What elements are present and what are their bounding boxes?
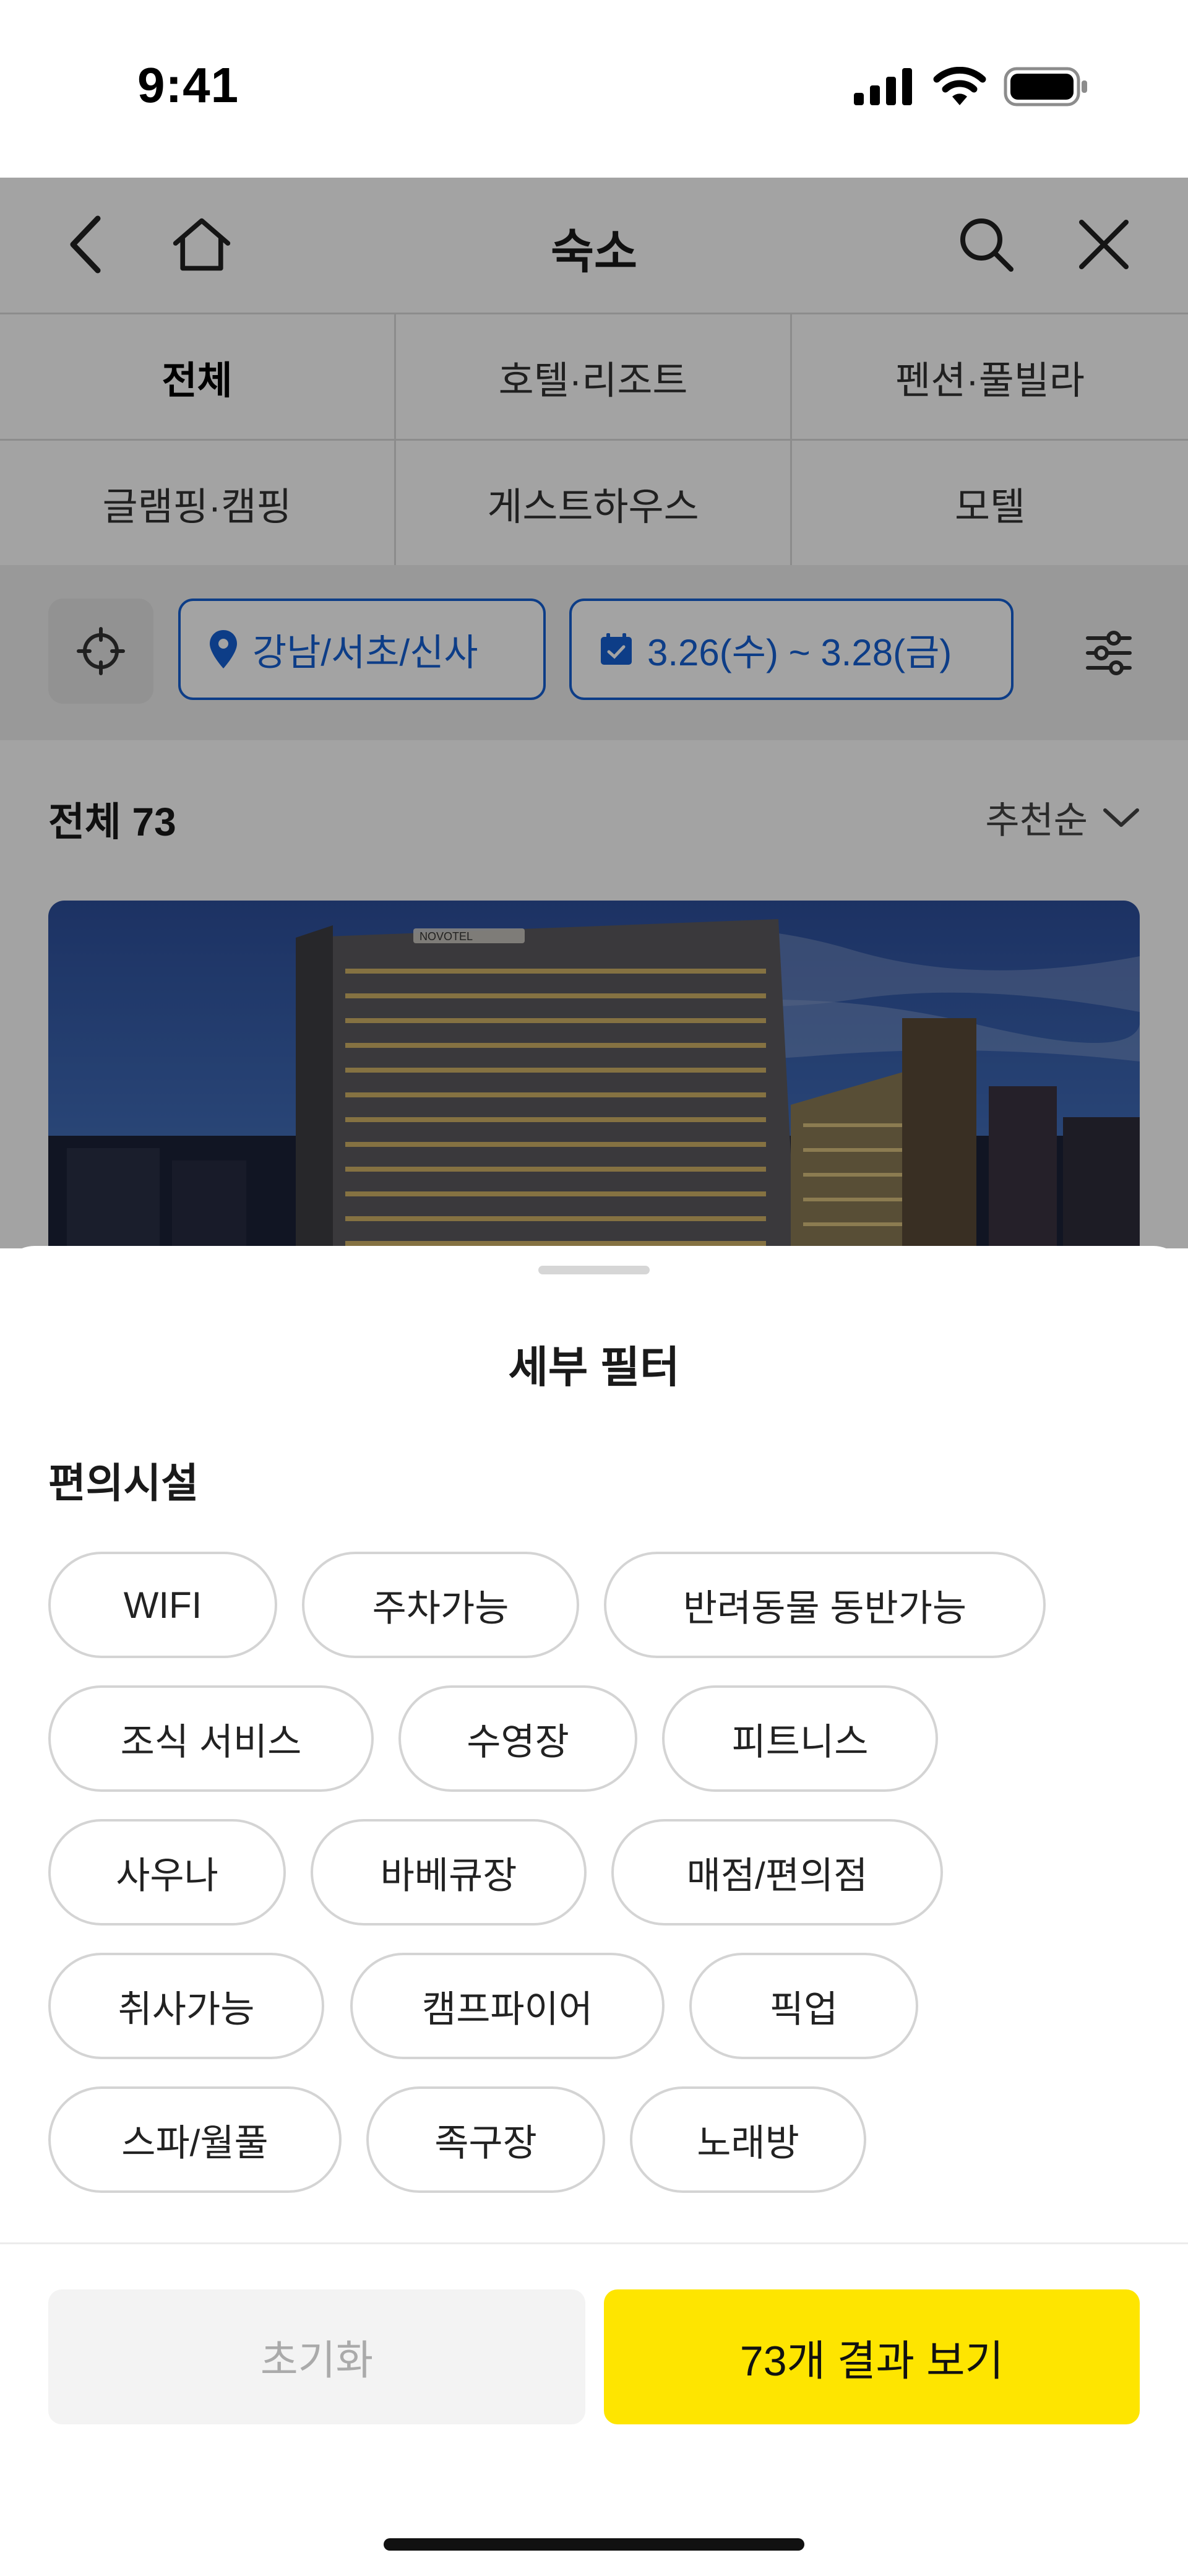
amenity-chip-pickup[interactable]: 픽업: [689, 1953, 918, 2059]
dim-overlay[interactable]: [0, 178, 1188, 1248]
sheet-divider: [0, 2242, 1188, 2244]
amenity-chip-pool[interactable]: 수영장: [398, 1685, 637, 1792]
sheet-title: 세부 필터: [508, 1343, 680, 1391]
cellular-icon: [854, 68, 912, 105]
amenity-chip-cooking[interactable]: 취사가능: [48, 1953, 324, 2059]
status-icons: [854, 67, 1089, 106]
battery-icon: [1004, 67, 1087, 106]
amenity-chip-store[interactable]: 매점/편의점: [611, 1819, 943, 1926]
show-results-button[interactable]: 73개 결과 보기: [604, 2289, 1140, 2424]
amenity-chip-spa[interactable]: 스파/월풀: [48, 2086, 342, 2193]
amenity-chip-breakfast[interactable]: 조식 서비스: [48, 1685, 374, 1792]
home-indicator: [384, 2538, 804, 2551]
amenity-chip-karaoke[interactable]: 노래방: [630, 2086, 866, 2193]
amenity-chip-campfire[interactable]: 캠프파이어: [350, 1953, 665, 2059]
amenity-chip-jokgu[interactable]: 족구장: [366, 2086, 605, 2193]
amenity-chip-parking[interactable]: 주차가능: [302, 1552, 579, 1658]
detail-filter-sheet: 세부 필터 편의시설 WIFI 주차가능 반려동물 동반가능 조식 서비스 수영…: [0, 1246, 1188, 2576]
amenity-chip-pet-friendly[interactable]: 반려동물 동반가능: [604, 1552, 1046, 1658]
amenities-section-title: 편의시설: [48, 1460, 199, 1506]
status-bar: 9:41: [0, 0, 1188, 178]
amenity-chip-wifi[interactable]: WIFI: [48, 1552, 277, 1658]
amenity-chip-sauna[interactable]: 사우나: [48, 1819, 286, 1926]
reset-button[interactable]: 초기화: [48, 2289, 585, 2424]
amenity-chip-bbq[interactable]: 바베큐장: [311, 1819, 587, 1926]
amenity-chip-fitness[interactable]: 피트니스: [662, 1685, 938, 1792]
status-time: 9:41: [137, 58, 239, 113]
wifi-icon: [933, 67, 986, 105]
sheet-grabber[interactable]: [538, 1266, 650, 1274]
